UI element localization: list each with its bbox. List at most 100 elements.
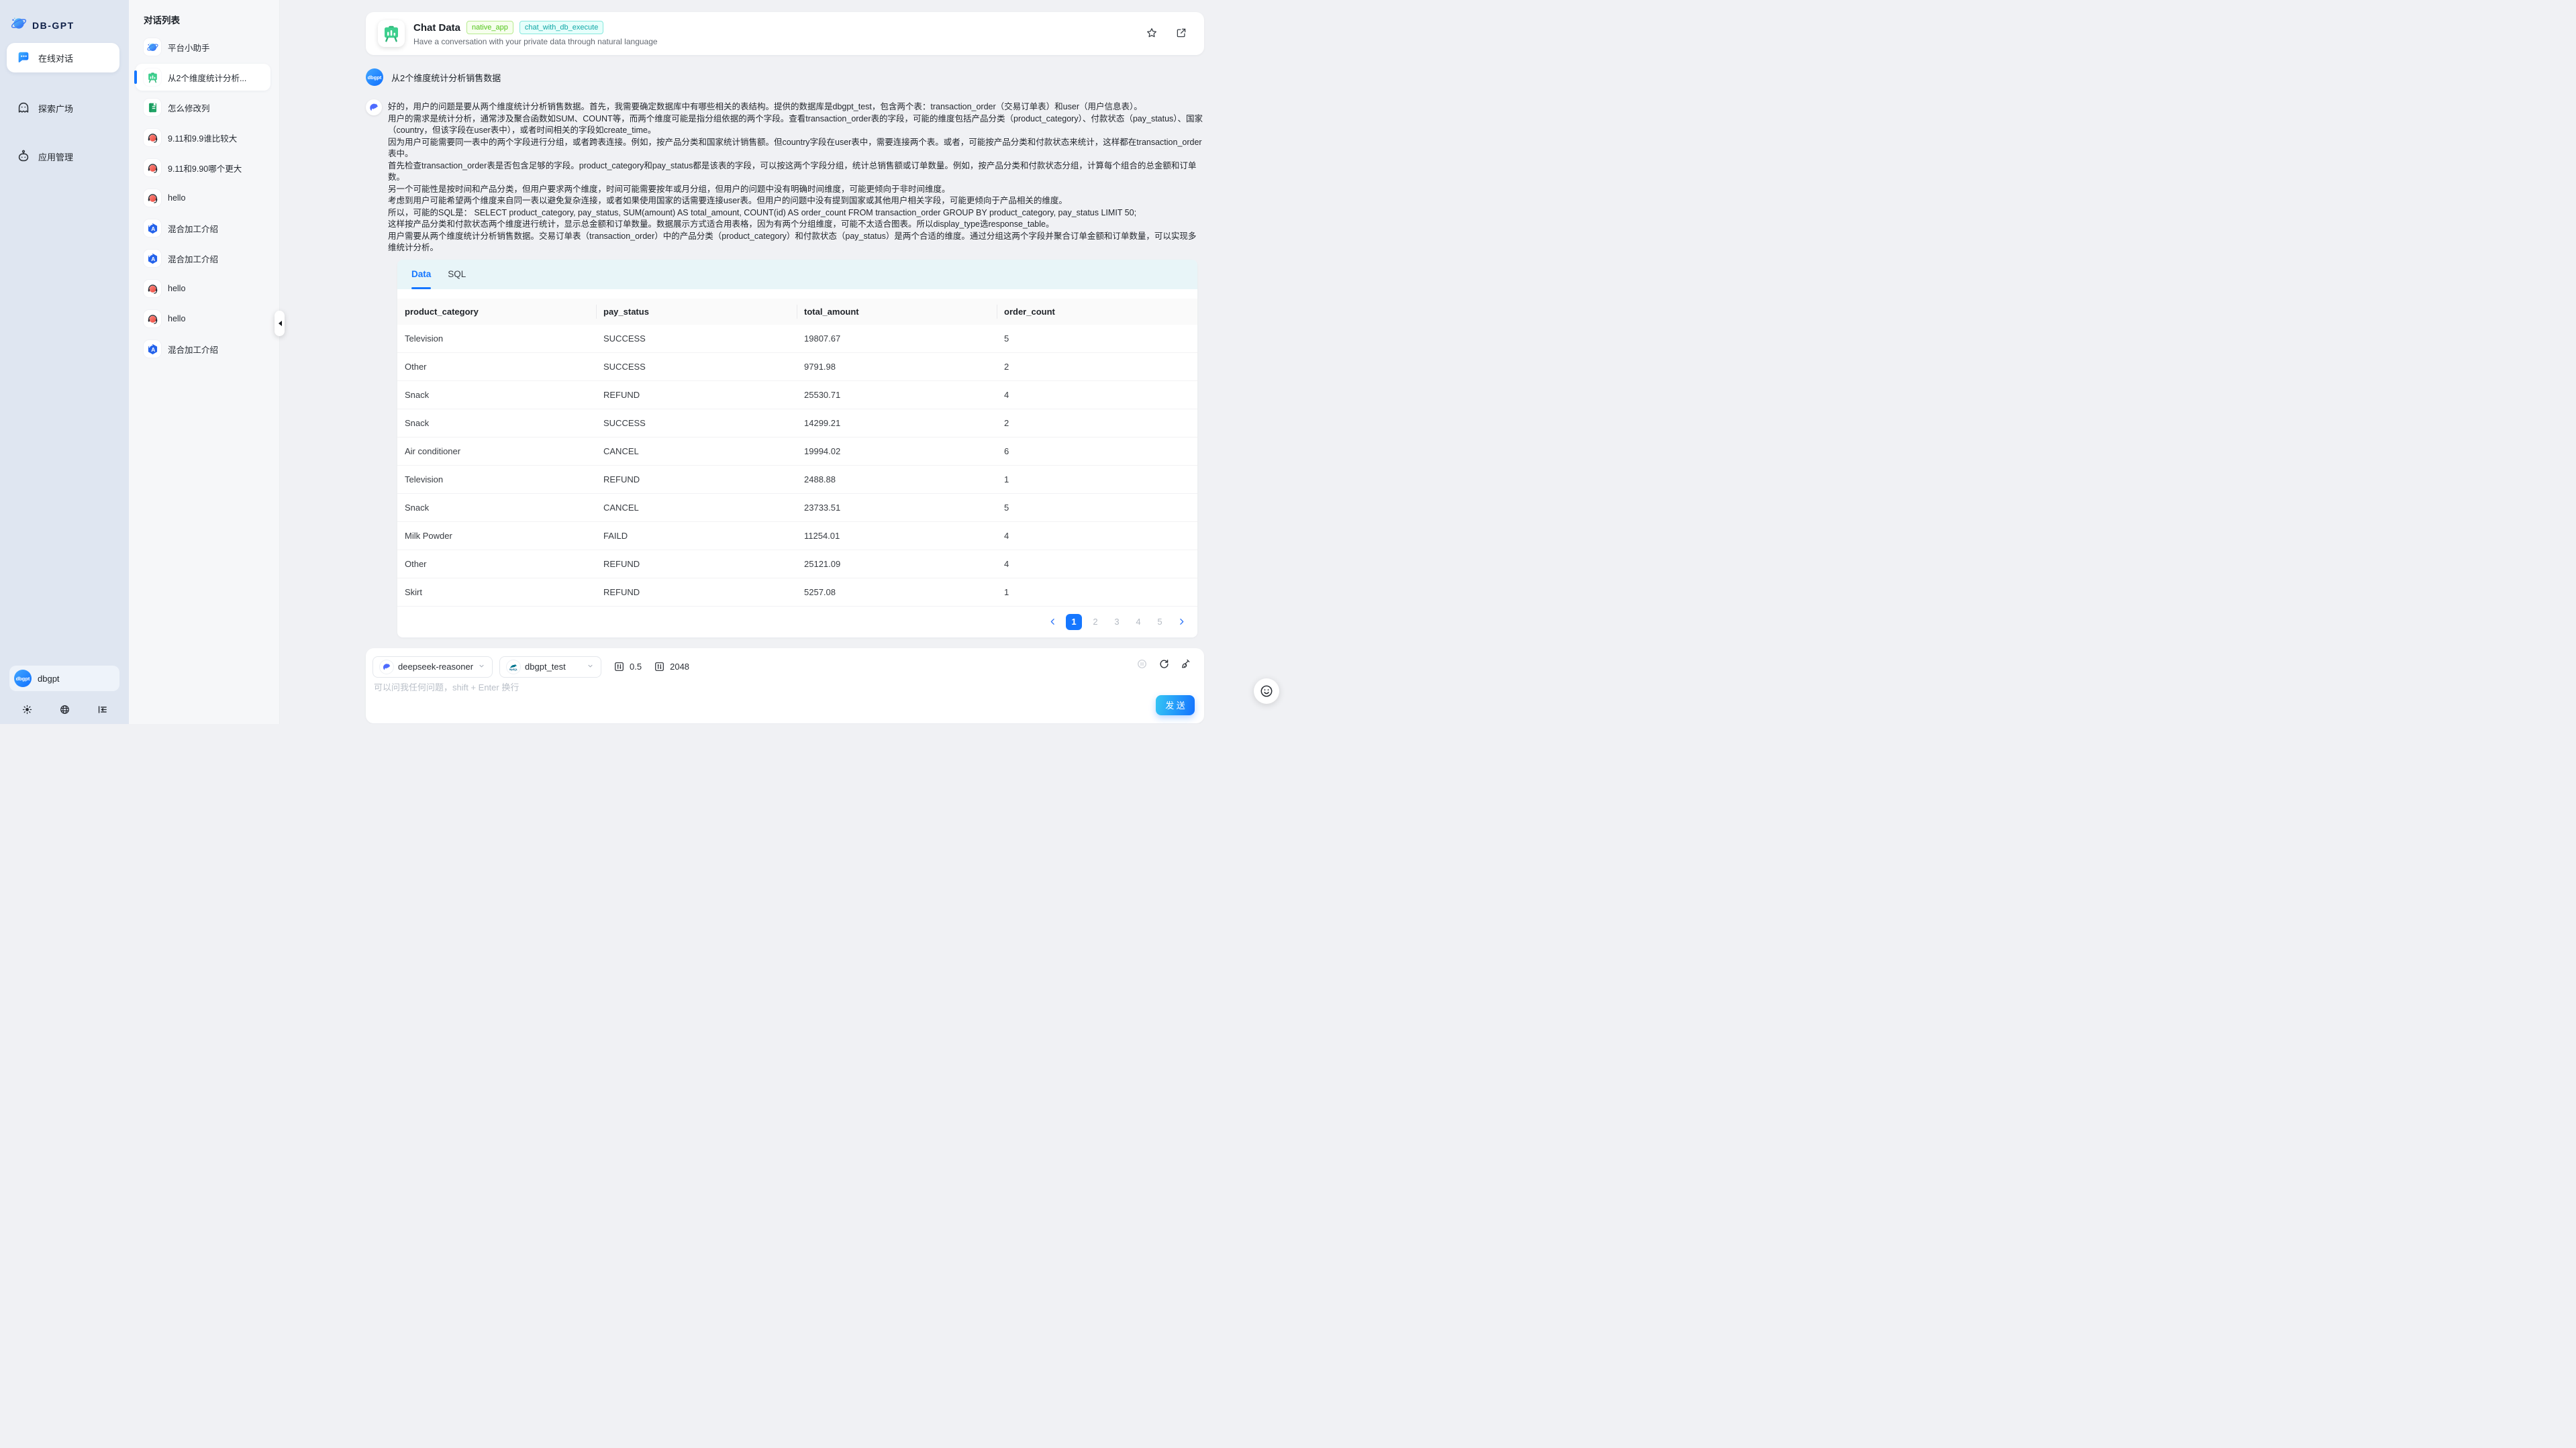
active-tab-indicator xyxy=(411,287,431,289)
nav-label: 应用管理 xyxy=(38,150,73,163)
table-cell: 5257.08 xyxy=(797,587,997,597)
send-button[interactable]: 发 送 xyxy=(1156,695,1195,715)
conversation-item[interactable]: 从2个维度统计分析... xyxy=(136,64,270,91)
nav-label: 探索广场 xyxy=(38,102,73,115)
table-column-header: product_category xyxy=(397,299,596,325)
nav-item-app-management[interactable]: 应用管理 xyxy=(7,144,119,169)
conversation-item[interactable]: 9.11和9.90哪个更大 xyxy=(136,154,270,181)
user-name: dbgpt xyxy=(38,674,60,684)
assistant-message-row: 好的，用户的问题是要从两个维度统计分析销售数据。首先，我需要确定数据库中有哪些相… xyxy=(366,99,1204,637)
sliders-icon xyxy=(613,661,625,672)
table-row: Snack SUCCESS 14299.21 2 xyxy=(397,409,1197,437)
app-header-text: Chat Data native_app chat_with_db_execut… xyxy=(413,21,658,46)
pagination-page-button[interactable]: 1 xyxy=(1066,614,1082,630)
message-input[interactable] xyxy=(374,680,803,703)
model-select[interactable]: deepseek-reasoner xyxy=(373,656,493,678)
conversation-panel: 对话列表 平台小助手 从2个维度统计分析... 怎么修改列 xyxy=(129,0,280,724)
pause-button[interactable] xyxy=(1136,658,1148,670)
table-cell: 23733.51 xyxy=(797,503,997,513)
composer-actions xyxy=(1136,658,1192,670)
table-column-header: pay_status xyxy=(596,299,797,325)
user-avatar: dbgpt xyxy=(14,670,32,687)
max-tokens-value: 2048 xyxy=(670,662,689,672)
table-row: Television REFUND 2488.88 1 xyxy=(397,466,1197,494)
collapse-sidebar-button[interactable] xyxy=(95,704,109,717)
pagination: 1 2 3 4 5 xyxy=(397,607,1197,637)
temperature-control[interactable]: 0.5 xyxy=(613,661,642,672)
table-cell: FAILD xyxy=(596,531,797,541)
language-button[interactable] xyxy=(58,704,71,717)
app-tag: chat_with_db_execute xyxy=(519,21,603,34)
pagination-page-button[interactable]: 2 xyxy=(1087,614,1103,630)
table-cell: Snack xyxy=(397,418,596,428)
conversation-item[interactable]: A 混合加工介绍 xyxy=(136,215,270,242)
table-column-header: total_amount xyxy=(797,299,997,325)
app-header-actions xyxy=(1145,27,1188,40)
database-select[interactable]: MySQL dbgpt_test xyxy=(499,656,601,678)
regenerate-button[interactable] xyxy=(1158,658,1170,670)
conversation-label: 混合加工介绍 xyxy=(168,343,218,356)
conversation-item[interactable]: A 混合加工介绍 xyxy=(136,335,270,362)
table-cell: 11254.01 xyxy=(797,531,997,541)
clear-history-button[interactable] xyxy=(1180,658,1192,670)
smiley-icon xyxy=(1259,684,1274,699)
chat-data-app-icon xyxy=(378,20,405,47)
conversation-item[interactable]: A 混合加工介绍 xyxy=(136,245,270,272)
pagination-page-button[interactable]: 3 xyxy=(1109,614,1125,630)
collapse-arrow-icon xyxy=(276,321,282,326)
table-cell: 1 xyxy=(997,474,1197,484)
svg-text:A: A xyxy=(151,255,155,262)
conversation-label: 怎么修改列 xyxy=(168,101,210,114)
assistant-paragraph: 首先检查transaction_order表是否包含足够的字段。product_… xyxy=(388,160,1204,184)
robot-icon xyxy=(16,149,31,164)
conversation-item[interactable]: 怎么修改列 xyxy=(136,94,270,121)
table-cell: 5 xyxy=(997,503,1197,513)
favorite-button[interactable] xyxy=(1145,27,1158,40)
conversation-item[interactable]: hello xyxy=(136,275,270,302)
table-row: Other SUCCESS 9791.98 2 xyxy=(397,353,1197,381)
nav-label: 在线对话 xyxy=(38,52,73,64)
share-export-icon xyxy=(1175,27,1187,39)
conversation-item[interactable]: 9.11和9.9谁比较大 xyxy=(136,124,270,151)
svg-text:A: A xyxy=(151,346,155,352)
table-cell: 1 xyxy=(997,587,1197,597)
share-button[interactable] xyxy=(1175,27,1188,40)
nav-item-online-chat[interactable]: 在线对话 xyxy=(7,43,119,72)
table-cell: SUCCESS xyxy=(596,362,797,372)
star-icon xyxy=(1146,27,1158,39)
table-cell: 4 xyxy=(997,559,1197,569)
conversation-list-title: 对话列表 xyxy=(144,13,180,26)
composer-controls: deepseek-reasoner MySQL dbgpt_test 0.5 xyxy=(373,656,689,678)
main-area: Chat Data native_app chat_with_db_execut… xyxy=(280,0,1288,724)
app-description: Have a conversation with your private da… xyxy=(413,37,658,46)
app-title: Chat Data xyxy=(413,22,460,34)
user-chip[interactable]: dbgpt dbgpt xyxy=(9,666,119,691)
pagination-next-button[interactable] xyxy=(1173,614,1189,630)
table-cell: Milk Powder xyxy=(397,531,596,541)
table-cell: Skirt xyxy=(397,587,596,597)
app-tag: native_app xyxy=(466,21,513,34)
broom-icon xyxy=(1181,658,1192,670)
conversation-label: 9.11和9.90哪个更大 xyxy=(168,162,242,174)
conversation-item[interactable]: hello xyxy=(136,305,270,332)
feedback-button[interactable] xyxy=(1254,678,1279,704)
conversation-item[interactable]: hello xyxy=(136,185,270,211)
pagination-page-button[interactable]: 5 xyxy=(1152,614,1168,630)
max-tokens-control[interactable]: 2048 xyxy=(654,661,689,672)
tab-data[interactable]: Data xyxy=(411,269,431,279)
table-cell: REFUND xyxy=(596,390,797,400)
pagination-page-button[interactable]: 4 xyxy=(1130,614,1146,630)
assistant-message-body: 好的，用户的问题是要从两个维度统计分析销售数据。首先，我需要确定数据库中有哪些相… xyxy=(388,99,1204,637)
nav-item-explore[interactable]: 探索广场 xyxy=(7,95,119,121)
panel-collapse-handle[interactable] xyxy=(275,311,285,336)
theme-toggle-button[interactable] xyxy=(20,704,34,717)
table-row: Snack REFUND 25530.71 4 xyxy=(397,381,1197,409)
conversation-label: 平台小助手 xyxy=(168,41,210,54)
table-cell: CANCEL xyxy=(596,446,797,456)
conversation-item[interactable]: 平台小助手 xyxy=(136,34,270,60)
table-row: Television SUCCESS 19807.67 5 xyxy=(397,325,1197,353)
tab-sql[interactable]: SQL xyxy=(448,269,466,279)
pagination-prev-button[interactable] xyxy=(1044,614,1060,630)
assistant-paragraph: 所以，可能的SQL是： SELECT product_category, pay… xyxy=(388,207,1204,219)
table-cell: CANCEL xyxy=(596,503,797,513)
